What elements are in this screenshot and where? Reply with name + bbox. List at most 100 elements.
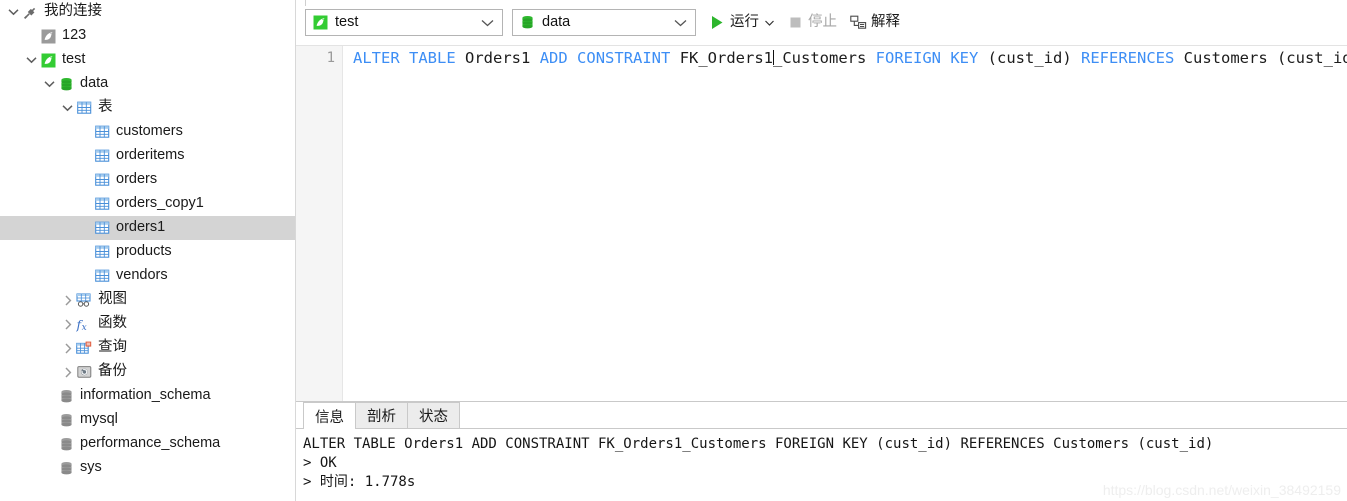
table-grid-icon [93, 245, 111, 259]
results-output-line: > OK [303, 455, 337, 471]
results-tabbar[interactable]: 信息 剖析 状态 [296, 402, 1347, 429]
database-select-value: data [542, 13, 571, 30]
sql-keyword: TABLE [409, 49, 456, 67]
results-tab-剖析[interactable]: 剖析 [355, 402, 408, 428]
view-icon [75, 293, 93, 307]
results-output: ALTER TABLE Orders1 ADD CONSTRAINT FK_Or… [296, 429, 1347, 501]
tree-item-orders_copy1[interactable]: orders_copy1 [0, 192, 295, 216]
query-icon [75, 341, 93, 355]
tree-item-information_schema[interactable]: information_schema [0, 384, 295, 408]
sql-keyword: ALTER [353, 49, 400, 67]
tree-item-label: orderitems [116, 147, 185, 164]
toolbar-divider [305, 0, 306, 6]
sql-text: Orders1 [455, 49, 540, 67]
dolphin-gray-icon [39, 29, 57, 44]
object-explorer-sidebar[interactable]: 我的连接 123 test data 表 customers orderitems order… [0, 0, 296, 501]
editor-toolbar: test data 运行 停止 解释 [296, 0, 1347, 45]
sql-keyword: ADD [539, 49, 568, 67]
tree-item-label: 我的连接 [44, 3, 102, 20]
tree-item-mysql[interactable]: mysql [0, 408, 295, 432]
tree-item-函数[interactable]: f x 函数 [0, 312, 295, 336]
tree-item-data[interactable]: data [0, 72, 295, 96]
tree-item-orders1[interactable]: orders1 [0, 216, 295, 240]
sql-text: _Customers [773, 49, 876, 67]
sql-text: Customers (cust_id); [1183, 49, 1347, 67]
results-panel: 信息 剖析 状态 ALTER TABLE Orders1 ADD CONSTRAIN… [296, 401, 1347, 501]
run-button[interactable]: 运行 [708, 9, 774, 36]
tree-item-customers[interactable]: customers [0, 120, 295, 144]
twisty-right-icon[interactable] [60, 366, 75, 378]
tree-item-label: data [80, 75, 109, 92]
tree-item-sys[interactable]: sys [0, 456, 295, 480]
sql-code-text[interactable]: ALTER TABLE Orders1 ADD CONSTRAINT FK_Or… [343, 46, 1347, 401]
table-grid-icon [93, 269, 111, 283]
results-tab-信息[interactable]: 信息 [303, 402, 356, 429]
tree-item-label: orders_copy1 [116, 195, 204, 212]
tree-item-label: 123 [62, 27, 87, 44]
explain-button-label: 解释 [871, 13, 900, 30]
explain-button[interactable]: 解释 [849, 9, 900, 36]
stop-button[interactable]: 停止 [786, 9, 837, 36]
tree-item-备份[interactable]: 备份 [0, 360, 295, 384]
chevron-down-icon[interactable] [481, 10, 494, 35]
twisty-right-icon[interactable] [60, 318, 75, 330]
tree-item-products[interactable]: products [0, 240, 295, 264]
tree-item-label: sys [80, 459, 102, 476]
connection-tree[interactable]: 我的连接 123 test data 表 customers orderitems order… [0, 0, 295, 480]
sql-keyword: REFERENCES [1081, 49, 1175, 67]
twisty-down-icon[interactable] [24, 56, 39, 64]
twisty-right-icon[interactable] [60, 294, 75, 306]
tree-item-我的连接[interactable]: 我的连接 [0, 0, 295, 24]
play-icon [708, 15, 726, 30]
results-output-line: ALTER TABLE Orders1 ADD CONSTRAINT FK_Or… [303, 436, 1214, 452]
table-grid-icon [93, 173, 111, 187]
query-editor-pane: test data 运行 停止 解释 1 ALTER TABLE Orders1… [296, 0, 1347, 501]
tree-item-vendors[interactable]: vendors [0, 264, 295, 288]
tree-item-performance_schema[interactable]: performance_schema [0, 432, 295, 456]
sql-keyword: FOREIGN [875, 49, 941, 67]
editor-gutter: 1 [296, 46, 343, 401]
tree-item-视图[interactable]: 视图 [0, 288, 295, 312]
dolphin-green-icon [311, 15, 329, 30]
sql-text: (cust_id) [978, 49, 1081, 67]
twisty-down-icon[interactable] [42, 80, 57, 88]
sql-editor[interactable]: 1 ALTER TABLE Orders1 ADD CONSTRAINT FK_… [296, 45, 1347, 401]
run-button-label: 运行 [730, 13, 759, 30]
tree-item-orders[interactable]: orders [0, 168, 295, 192]
table-grid-icon [93, 197, 111, 211]
chevron-down-icon[interactable] [674, 10, 687, 35]
twisty-down-icon[interactable] [6, 8, 21, 16]
tree-item-表[interactable]: 表 [0, 96, 295, 120]
tree-item-label: 备份 [98, 363, 127, 380]
table-grid-icon [75, 101, 93, 115]
database-gray-icon [57, 389, 75, 404]
plug-icon [21, 5, 39, 20]
database-select[interactable]: data [512, 9, 696, 36]
svg-text:x: x [82, 323, 87, 332]
sql-keyword: KEY [950, 49, 979, 67]
tree-item-123[interactable]: 123 [0, 24, 295, 48]
twisty-right-icon[interactable] [60, 342, 75, 354]
stop-button-label: 停止 [808, 13, 837, 30]
tree-item-查询[interactable]: 查询 [0, 336, 295, 360]
function-fx-icon: fx [75, 317, 93, 332]
tree-item-orderitems[interactable]: orderitems [0, 144, 295, 168]
results-tab-状态[interactable]: 状态 [407, 402, 460, 428]
results-tab-label: 状态 [419, 409, 448, 425]
connection-select[interactable]: test [305, 9, 503, 36]
database-gray-icon [57, 461, 75, 476]
tree-item-label: performance_schema [80, 435, 221, 452]
database-gray-icon [57, 413, 75, 428]
table-grid-icon [93, 221, 111, 235]
database-green-icon [57, 77, 75, 92]
twisty-down-icon[interactable] [60, 104, 75, 112]
app-root: 我的连接 123 test data 表 customers orderitems order… [0, 0, 1347, 501]
run-options-chevron-icon[interactable] [765, 20, 774, 26]
tree-item-label: orders1 [116, 219, 166, 236]
sql-text: FK_Orders1 [670, 49, 774, 67]
tree-item-label: mysql [80, 411, 118, 428]
sql-keyword: CONSTRAINT [577, 49, 671, 67]
tree-item-test[interactable]: test [0, 48, 295, 72]
